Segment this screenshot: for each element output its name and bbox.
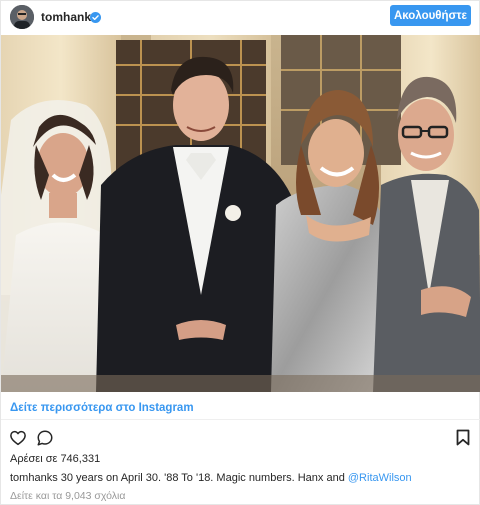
bookmark-icon[interactable] xyxy=(456,429,470,446)
post-photo[interactable] xyxy=(1,35,480,392)
caption-username[interactable]: tomhanks xyxy=(10,472,58,484)
caption: tomhanks 30 years on April 30. '88 To '1… xyxy=(10,472,412,484)
post-header: tomhanks Ακολουθήστε xyxy=(1,1,480,34)
caption-mention-link[interactable]: @RitaWilson xyxy=(348,472,412,484)
follow-button[interactable]: Ακολουθήστε xyxy=(390,5,471,26)
heart-icon[interactable] xyxy=(9,429,27,447)
view-all-comments-link[interactable]: Δείτε και τα 9,043 σχόλια xyxy=(10,490,125,502)
instagram-embed-card: tomhanks Ακολουθήστε Δείτε περισσότερα σ… xyxy=(0,0,480,505)
comment-icon[interactable] xyxy=(36,429,54,447)
verified-badge-icon xyxy=(90,10,101,23)
view-more-instagram-link[interactable]: Δείτε περισσότερα στο Instagram xyxy=(10,402,194,414)
likes-count[interactable]: Αρέσει σε 746,331 xyxy=(10,453,100,465)
caption-text: 30 years on April 30. '88 To '18. Magic … xyxy=(60,472,345,484)
divider xyxy=(1,419,480,420)
avatar[interactable] xyxy=(10,5,34,29)
